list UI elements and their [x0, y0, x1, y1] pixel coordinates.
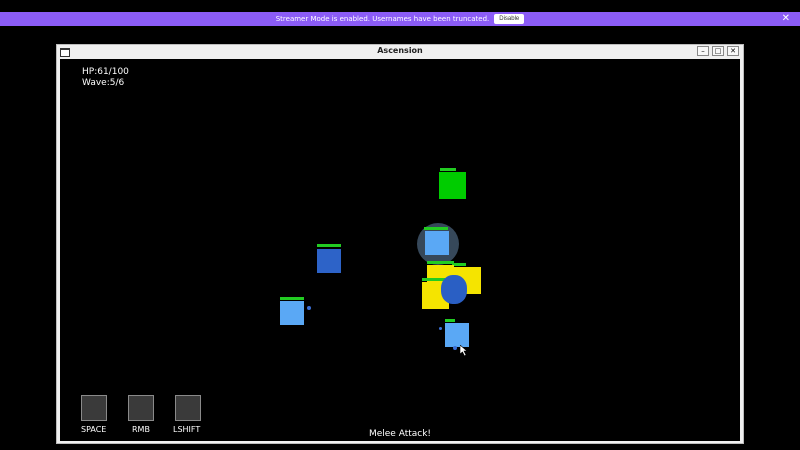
- enemy-darkblue: [317, 249, 341, 273]
- status-message: Melee Attack!: [368, 429, 432, 439]
- banner-close-icon[interactable]: ✕: [782, 13, 790, 25]
- projectile: [453, 346, 457, 350]
- window-title: Ascension: [377, 46, 423, 55]
- enemy-health-bar: [427, 261, 454, 264]
- game-window: Ascension – □ ✕ HP:61/100 Wave:5/6 SPACE…: [56, 44, 744, 444]
- close-button[interactable]: ✕: [727, 46, 739, 56]
- minimize-button[interactable]: –: [697, 46, 709, 56]
- enemy-lightblue: [445, 323, 469, 347]
- title-bar[interactable]: Ascension – □ ✕: [57, 45, 743, 59]
- projectile: [439, 327, 442, 330]
- wave-readout: Wave:5/6: [82, 78, 125, 88]
- enemy-health-bar: [452, 263, 466, 266]
- disable-button[interactable]: Disable: [494, 14, 525, 24]
- game-canvas[interactable]: HP:61/100 Wave:5/6 SPACE RMB LSHIFT Mele…: [60, 59, 740, 441]
- ability-slot-space: [81, 395, 107, 421]
- mouse-cursor-icon: [460, 345, 468, 356]
- hp-readout: HP:61/100: [82, 67, 129, 77]
- ability-slot-lshift: [175, 395, 201, 421]
- ability-slot-rmb: [128, 395, 154, 421]
- player-character: [441, 275, 467, 304]
- projectile: [307, 306, 311, 310]
- enemy-lightblue: [280, 301, 304, 325]
- enemy-health-bar: [424, 227, 448, 230]
- enemy-health-bar: [280, 297, 304, 300]
- banner-message: Streamer Mode is enabled. Usernames have…: [275, 15, 490, 23]
- enemy-health-bar: [317, 244, 341, 247]
- maximize-button[interactable]: □: [712, 46, 724, 56]
- enemy-health-bar: [445, 319, 455, 322]
- enemy-green: [439, 172, 466, 199]
- streamer-mode-banner: Streamer Mode is enabled. Usernames have…: [0, 12, 800, 26]
- enemy-lightblue: [425, 231, 449, 255]
- hud: HP:61/100 Wave:5/6: [82, 67, 129, 89]
- enemy-health-bar: [440, 168, 456, 171]
